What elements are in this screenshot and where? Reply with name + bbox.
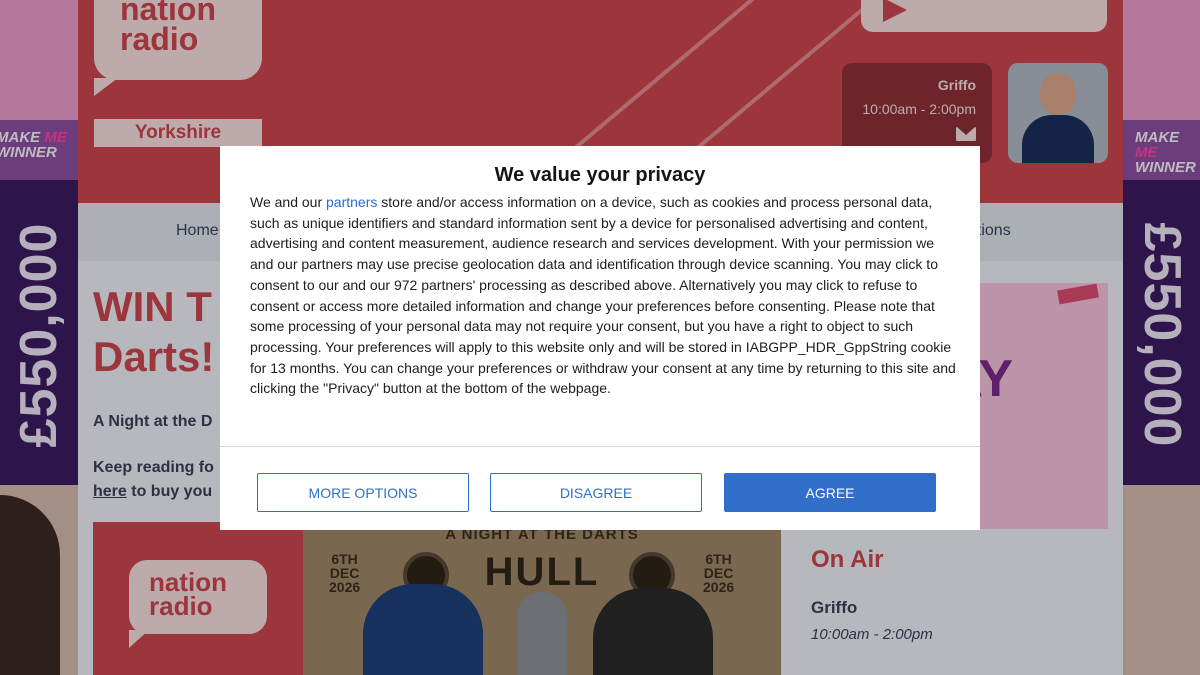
agree-button[interactable]: AGREE xyxy=(724,473,936,512)
dialog-body-text: store and/or access information on a dev… xyxy=(250,194,956,397)
dialog-body-text: We and our xyxy=(250,194,327,210)
more-options-button[interactable]: MORE OPTIONS xyxy=(257,473,469,512)
dialog-body: We and our partners store and/or access … xyxy=(250,192,960,399)
partners-link[interactable]: partners xyxy=(326,194,377,210)
privacy-consent-dialog: We value your privacy We and our partner… xyxy=(220,146,980,530)
dialog-title: We value your privacy xyxy=(494,164,706,186)
dialog-divider xyxy=(220,446,980,447)
disagree-button[interactable]: DISAGREE xyxy=(490,473,702,512)
